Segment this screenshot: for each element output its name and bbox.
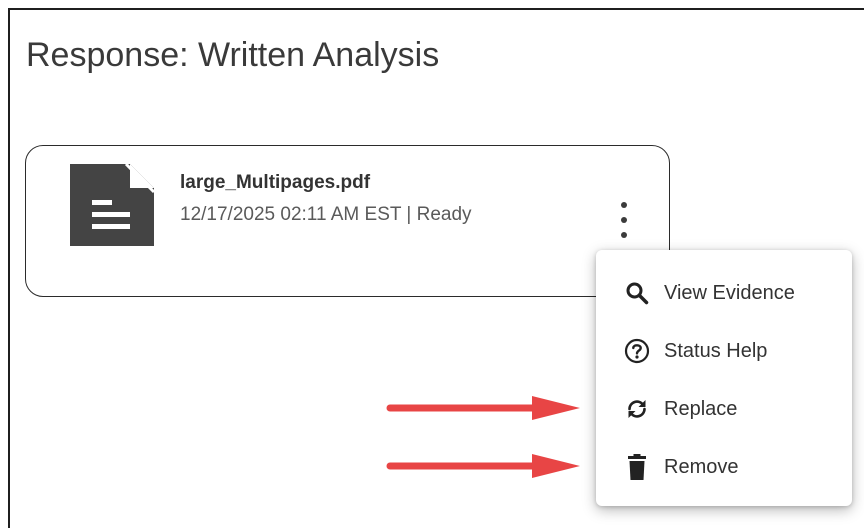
more-options-icon[interactable]	[616, 198, 632, 242]
menu-item-view-evidence[interactable]: View Evidence	[596, 268, 852, 318]
search-icon	[624, 280, 650, 306]
replace-sync-icon	[624, 396, 650, 422]
annotation-arrow-remove	[386, 454, 580, 478]
trash-icon	[624, 454, 650, 480]
file-name[interactable]: large_Multipages.pdf	[180, 172, 370, 194]
menu-item-replace[interactable]: Replace	[596, 384, 852, 434]
document-icon	[70, 164, 154, 246]
menu-item-label: Replace	[664, 397, 738, 420]
menu-item-remove[interactable]: Remove	[596, 442, 852, 492]
menu-item-label: View Evidence	[664, 281, 795, 304]
file-actions-menu: View Evidence Status Help Replace Remove	[596, 250, 852, 506]
menu-item-label: Status Help	[664, 339, 768, 362]
menu-item-status-help[interactable]: Status Help	[596, 326, 852, 376]
file-card: large_Multipages.pdf 12/17/2025 02:11 AM…	[25, 145, 670, 297]
help-circle-icon	[624, 338, 650, 364]
file-meta: 12/17/2025 02:11 AM EST | Ready	[180, 204, 472, 225]
menu-item-label: Remove	[664, 455, 739, 478]
page-title: Response: Written Analysis	[26, 36, 440, 74]
annotation-arrow-replace	[386, 396, 580, 420]
